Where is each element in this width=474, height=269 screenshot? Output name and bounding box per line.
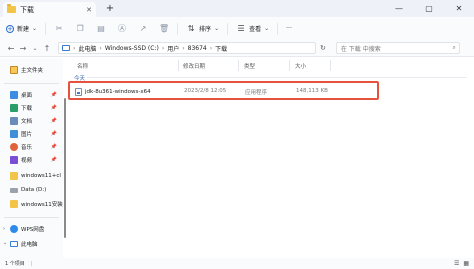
application-icon xyxy=(75,88,82,96)
pin-icon: 📌 xyxy=(50,144,57,150)
breadcrumb-downloads[interactable]: 下载 xyxy=(215,44,227,53)
copy-icon[interactable]: ❐ xyxy=(75,24,85,34)
chevron-down-icon[interactable]: ⌄ xyxy=(30,45,40,52)
view-label: 查看 xyxy=(249,26,262,33)
breadcrumb-drive[interactable]: Windows-SSD (C:) xyxy=(105,45,159,52)
sidebar-item-videos[interactable]: 视频 📌 xyxy=(0,154,63,166)
download-icon xyxy=(10,104,18,112)
maximize-button[interactable]: ▢ xyxy=(414,0,444,17)
item-count: 1 个项目 xyxy=(5,261,25,267)
column-header-type[interactable]: 类型 xyxy=(244,61,255,70)
more-button[interactable]: ··· xyxy=(278,23,300,35)
address-row: ← → ⌄ ↑ › 此电脑 › Windows-SSD (C:) › 用户 › … xyxy=(0,40,474,57)
chevron-down-icon: ⌄ xyxy=(32,25,38,32)
minimize-button[interactable]: — xyxy=(384,0,414,17)
sidebar-item-desktop[interactable]: 桌面 📌 xyxy=(0,89,63,101)
address-bar[interactable]: › 此电脑 › Windows-SSD (C:) › 用户 › 83674 › … xyxy=(58,42,316,54)
close-window-button[interactable]: ✕ xyxy=(444,0,474,17)
tiles-view-icon[interactable]: ▦ xyxy=(463,260,469,267)
sidebar-item-documents[interactable]: 文档 📌 xyxy=(0,115,63,127)
file-type: 应用程序 xyxy=(245,90,268,96)
sidebar-item-folder[interactable]: windows11+cl xyxy=(0,170,63,182)
rename-icon[interactable]: Ⓐ xyxy=(117,24,127,34)
sort-icon: ⇅ xyxy=(187,24,195,33)
drive-icon xyxy=(10,187,18,193)
desktop-icon xyxy=(10,91,18,99)
title-bar: 下载 ✕ + — ▢ ✕ xyxy=(0,0,474,17)
up-arrow-icon[interactable]: ↑ xyxy=(42,44,52,53)
new-tab-button[interactable]: + xyxy=(104,3,116,15)
documents-icon xyxy=(10,117,18,125)
cloud-icon xyxy=(10,225,18,233)
search-placeholder: 在 下载 中搜索 xyxy=(340,45,381,53)
paste-icon[interactable]: ▤ xyxy=(96,24,106,34)
sidebar-item-wps[interactable]: WPS网盘 xyxy=(0,223,63,235)
pin-icon: 📌 xyxy=(50,131,57,137)
sidebar-item-data-drive[interactable]: Data (D:) xyxy=(0,184,63,196)
breadcrumb-users[interactable]: 用户 xyxy=(167,44,179,53)
column-header-date[interactable]: 修改日期 xyxy=(183,61,205,70)
computer-icon xyxy=(10,241,18,247)
status-separator: | xyxy=(30,260,33,267)
close-tab-icon[interactable]: ✕ xyxy=(86,6,92,14)
chevron-down-icon: ⌄ xyxy=(264,25,270,32)
folder-icon xyxy=(7,4,16,13)
sidebar-item-home[interactable]: 主文件夹 xyxy=(0,64,63,76)
pin-icon: 📌 xyxy=(50,92,57,98)
delete-icon[interactable]: 🗑 xyxy=(159,24,169,34)
chevron-down-icon: ⌄ xyxy=(214,25,220,32)
music-icon xyxy=(10,143,18,151)
pictures-icon xyxy=(10,130,18,138)
sidebar-item-pictures[interactable]: 图片 📌 xyxy=(0,128,63,140)
search-icon: ⌕ xyxy=(452,44,456,51)
command-bar: + 新建 ⌄ ✂ ❐ ▤ Ⓐ ↗ 🗑 ⇅ 排序 ⌄ ☰ 查看 ⌄ ··· xyxy=(0,17,474,40)
cut-icon[interactable]: ✂ xyxy=(54,24,64,34)
file-list: 名称 修改日期 类型 大小 今天 jdk-8u361-windows-x64 2… xyxy=(67,58,474,258)
sidebar-item-folder[interactable]: windows11安装 xyxy=(0,198,63,210)
sidebar-item-downloads[interactable]: 下载 📌 xyxy=(0,102,63,114)
file-size: 148,113 KB xyxy=(296,88,328,94)
view-button[interactable]: ☰ 查看 ⌄ xyxy=(228,22,279,35)
details-view-icon[interactable]: ☰ xyxy=(454,260,459,267)
new-button[interactable]: + 新建 ⌄ xyxy=(6,22,47,35)
status-bar: 1 个项目 | ☰ ▦ xyxy=(0,258,474,269)
folder-icon xyxy=(10,172,18,180)
sidebar-item-this-pc[interactable]: 此电脑 xyxy=(0,238,63,250)
sort-label: 排序 xyxy=(199,26,212,33)
navigation-pane: 主文件夹 桌面 📌 下载 📌 文档 📌 图片 📌 音乐 📌 视频 📌 windo… xyxy=(0,58,63,258)
view-icon: ☰ xyxy=(237,24,245,33)
videos-icon xyxy=(10,156,18,164)
breadcrumb-user[interactable]: 83674 xyxy=(188,45,207,52)
folder-icon xyxy=(10,200,18,208)
share-icon[interactable]: ↗ xyxy=(138,24,148,34)
plus-icon: + xyxy=(6,24,14,33)
pin-icon: 📌 xyxy=(50,118,57,124)
file-name: jdk-8u361-windows-x64 xyxy=(85,89,151,95)
column-header-name[interactable]: 名称 xyxy=(77,61,88,70)
tab-downloads[interactable]: 下载 ✕ xyxy=(3,2,96,17)
back-arrow-icon[interactable]: ← xyxy=(6,44,16,53)
refresh-icon[interactable]: ↻ xyxy=(320,44,326,52)
more-icon: ··· xyxy=(286,25,292,32)
forward-arrow-icon[interactable]: → xyxy=(18,44,28,53)
new-label: 新建 xyxy=(17,26,30,33)
tab-title: 下载 xyxy=(20,5,34,14)
search-input[interactable]: 在 下载 中搜索 ⌕ xyxy=(335,42,460,54)
computer-icon xyxy=(62,45,70,51)
column-header-size[interactable]: 大小 xyxy=(295,61,306,70)
sidebar-item-music[interactable]: 音乐 📌 xyxy=(0,141,63,153)
sort-button[interactable]: ⇅ 排序 ⌄ xyxy=(178,22,229,35)
pin-icon: 📌 xyxy=(50,105,57,111)
table-row[interactable]: jdk-8u361-windows-x64 2023/2/8 12:05 应用程… xyxy=(68,81,379,100)
breadcrumb-this-pc[interactable]: 此电脑 xyxy=(78,44,96,53)
pin-icon: 📌 xyxy=(50,157,57,163)
file-date: 2023/2/8 12:05 xyxy=(184,88,227,94)
home-icon xyxy=(10,66,18,74)
